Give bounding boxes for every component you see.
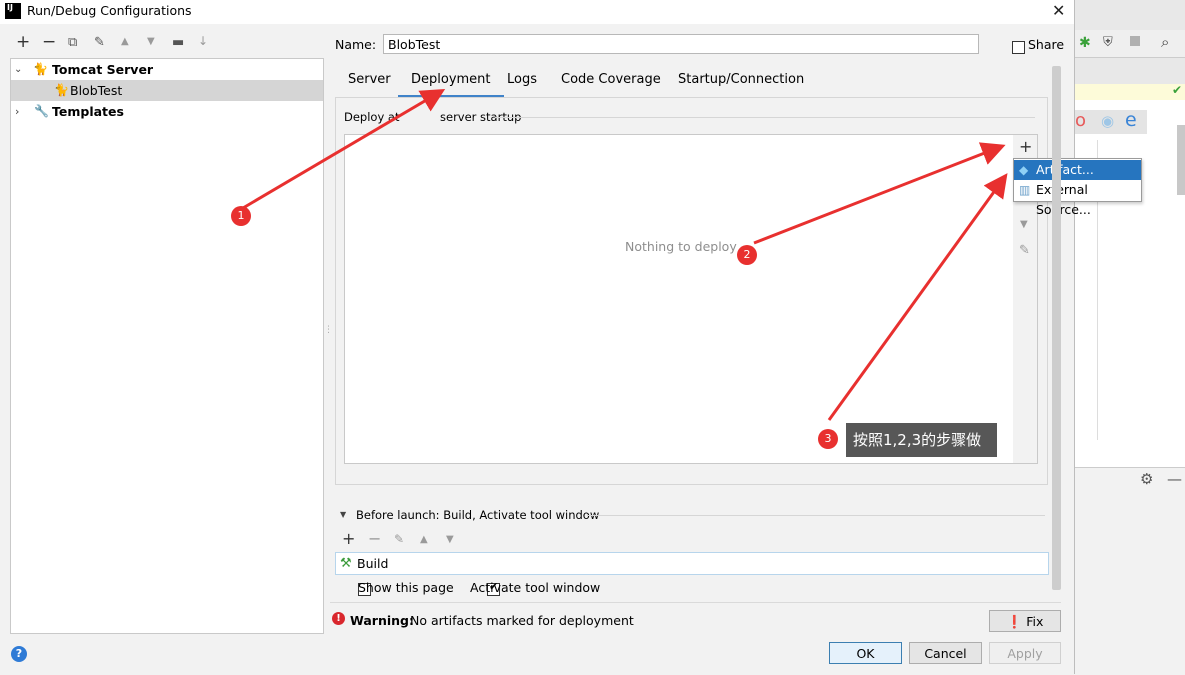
annotation-badge-3: 3 (818, 429, 838, 449)
annotation-badge-2: 2 (737, 245, 757, 265)
annotation-overlay (242, 88, 1008, 421)
annotation-tooltip: 按照1,2,3的步骤做 (846, 423, 997, 457)
annotation-arrow-2 (753, 142, 1006, 245)
annotation-badge-1: 1 (231, 206, 251, 226)
annotation-arrow-1 (242, 88, 446, 210)
annotation-arrow-3 (827, 173, 1008, 421)
